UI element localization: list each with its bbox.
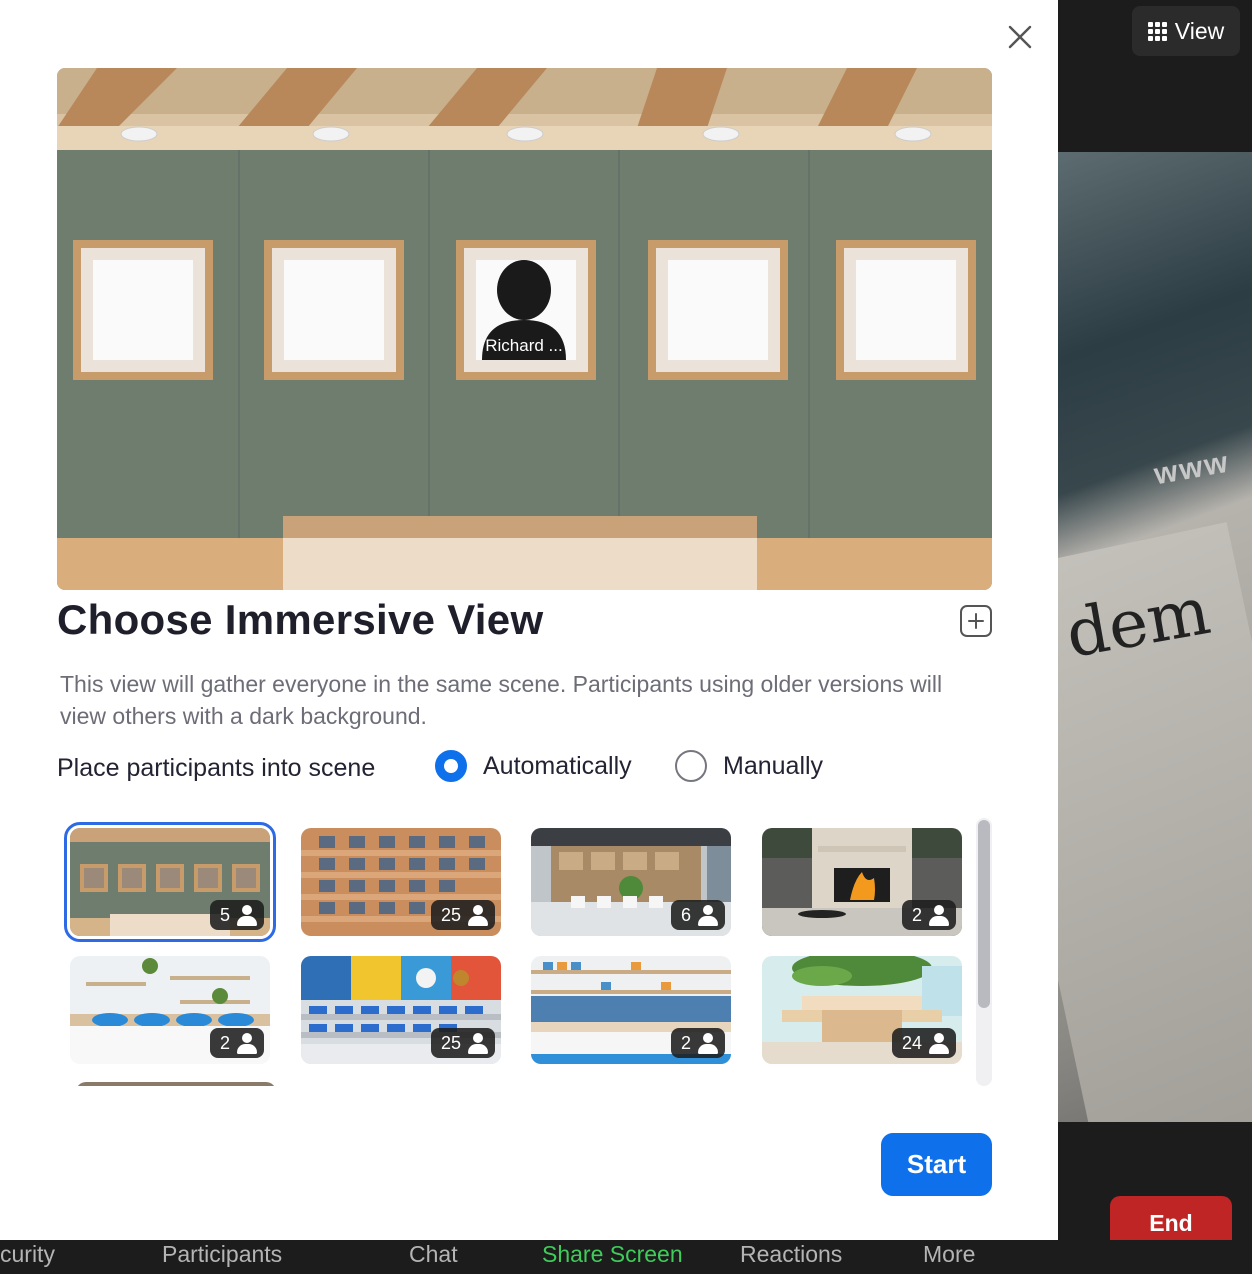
radio-manually-label: Manually xyxy=(723,751,824,780)
scene-thumb-partial[interactable] xyxy=(76,1082,276,1086)
scene-scrollbar[interactable] xyxy=(976,818,992,1086)
scene-thumb-kitchen[interactable]: 2 xyxy=(531,956,731,1064)
scrollbar-thumb[interactable] xyxy=(978,820,990,1008)
dialog-description: This view will gather everyone in the sa… xyxy=(60,671,943,729)
person-icon xyxy=(928,904,950,926)
toolbar-share-screen[interactable]: Share Screen xyxy=(542,1240,683,1274)
scene-grid: 5 25 6 2 2 25 2 24 xyxy=(64,820,974,1086)
participant-count-badge: 24 xyxy=(891,1028,956,1058)
person-icon xyxy=(236,904,258,926)
toolbar-participants[interactable]: Participants xyxy=(162,1240,282,1274)
grid-icon xyxy=(1147,21,1167,41)
participant-count: 25 xyxy=(440,904,461,925)
participant-count-badge: 25 xyxy=(430,1028,495,1058)
scene-thumb-auditorium[interactable]: 25 xyxy=(301,828,501,936)
video-text-www: www xyxy=(1151,445,1233,492)
gallery-scene-image xyxy=(57,68,992,590)
participant-count-badge: 2 xyxy=(670,1028,725,1058)
placement-options: Place participants into scene Automatica… xyxy=(57,748,957,788)
participant-count-badge: 2 xyxy=(901,900,956,930)
participant-count: 5 xyxy=(219,904,230,925)
view-button[interactable]: View xyxy=(1132,6,1240,56)
scene-thumb-fireplace[interactable]: 2 xyxy=(762,828,962,936)
participant-count-badge: 6 xyxy=(670,900,725,930)
participant-count: 2 xyxy=(680,1032,691,1053)
scene-thumb-gallery[interactable]: 5 xyxy=(64,822,276,942)
toolbar-more[interactable]: More xyxy=(923,1240,975,1274)
participant-count: 25 xyxy=(440,1032,461,1053)
scene-thumb-classroom[interactable]: 25 xyxy=(301,956,501,1064)
participant-count: 24 xyxy=(901,1032,922,1053)
radio-automatically[interactable]: Automatically xyxy=(435,750,632,782)
radio-manually-dot[interactable] xyxy=(675,750,707,782)
plus-icon xyxy=(968,613,984,629)
person-icon xyxy=(467,1032,489,1054)
toolbar-chat[interactable]: Chat xyxy=(409,1240,458,1274)
toolbar-security[interactable]: curity xyxy=(0,1240,55,1274)
participant-count-badge: 2 xyxy=(209,1028,264,1058)
scene-thumb-cafeteria[interactable]: 6 xyxy=(531,828,731,936)
person-icon xyxy=(697,904,719,926)
close-icon xyxy=(1008,25,1032,49)
participant-video: www dem xyxy=(1058,152,1252,1122)
participant-name-label: Richard ... xyxy=(485,336,563,355)
meeting-top-bar: View xyxy=(1058,0,1252,152)
view-button-label: View xyxy=(1174,17,1225,44)
participant-count: 2 xyxy=(911,904,922,925)
close-button[interactable] xyxy=(1003,20,1037,54)
person-icon xyxy=(236,1032,258,1054)
participant-count: 2 xyxy=(219,1032,230,1053)
scene-thumb-office[interactable]: 2 xyxy=(70,956,270,1064)
participant-count: 6 xyxy=(680,904,691,925)
radio-automatically-dot[interactable] xyxy=(435,750,467,782)
person-icon xyxy=(928,1032,950,1054)
radio-manually[interactable]: Manually xyxy=(675,750,823,782)
scene-thumb-treehouse[interactable]: 24 xyxy=(762,956,962,1064)
radio-automatically-label: Automatically xyxy=(483,751,632,780)
participant-count-badge: 25 xyxy=(430,900,495,930)
immersive-view-dialog: Richard ... Choose Immersive View This v… xyxy=(0,0,1058,1240)
scene-preview: Richard ... xyxy=(57,68,992,590)
placement-label: Place participants into scene xyxy=(57,754,376,782)
add-scene-button[interactable] xyxy=(960,605,992,637)
participant-count-badge: 5 xyxy=(209,900,264,930)
toolbar-reactions[interactable]: Reactions xyxy=(740,1240,842,1274)
start-button[interactable]: Start xyxy=(881,1133,992,1196)
dialog-title: Choose Immersive View xyxy=(57,596,544,643)
meeting-toolbar: curity Participants Chat Share Screen Re… xyxy=(0,1240,1252,1274)
person-icon xyxy=(697,1032,719,1054)
person-icon xyxy=(467,904,489,926)
